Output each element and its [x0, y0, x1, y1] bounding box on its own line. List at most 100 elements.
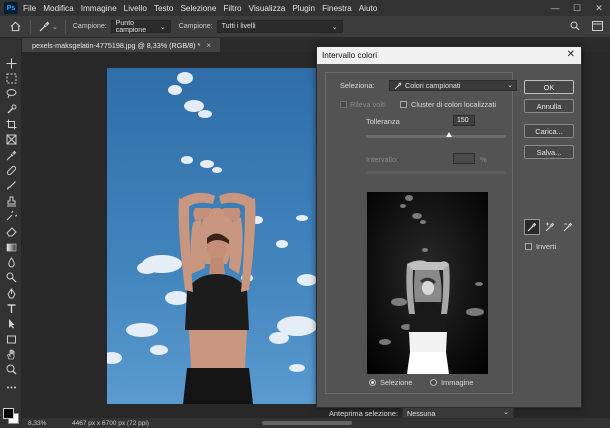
foreground-color-swatch[interactable] [3, 408, 14, 419]
localized-clusters-label: Cluster di colori localizzati [411, 100, 497, 109]
color-range-dialog: Intervallo colori ✕ Seleziona: Colori ca… [316, 46, 582, 419]
preview-mode-label: Anteprima selezione: [329, 409, 399, 418]
menu-file[interactable]: File [23, 4, 36, 13]
dialog-title: Intervallo colori [322, 51, 378, 60]
menu-plugin[interactable]: Plugin [292, 4, 315, 13]
rectangle-tool-icon[interactable] [4, 332, 18, 346]
crop-tool-icon[interactable] [4, 117, 18, 131]
hand-tool-icon[interactable] [4, 347, 18, 361]
sample-size-select[interactable]: Punto campione ⌄ [110, 20, 171, 34]
preview-mode-value: Nessuna [407, 408, 436, 418]
close-window-button[interactable]: ✕ [588, 0, 610, 16]
workspace-icon[interactable] [590, 19, 604, 33]
selection-label: Seleziona: [340, 81, 375, 90]
sample-layers-select[interactable]: Tutti i livelli ⌄ [216, 20, 343, 33]
document-tab[interactable]: pexels-maksgelatin-4775198.jpg @ 8,33% (… [22, 38, 220, 52]
chevron-down-icon: ⌄ [331, 23, 338, 31]
menu-testo[interactable]: Testo [154, 4, 174, 13]
menu-aiuto[interactable]: Aiuto [359, 4, 378, 13]
selection-radio[interactable] [369, 379, 376, 386]
minimize-button[interactable]: — [544, 0, 566, 16]
tolerance-input[interactable]: 150 [453, 115, 475, 126]
detect-faces-checkbox[interactable] [340, 101, 347, 108]
menu-filtro[interactable]: Filtro [223, 4, 241, 13]
pen-tool-icon[interactable] [4, 286, 18, 300]
eyedropper-subtract-icon[interactable] [560, 219, 576, 235]
selection-dropdown[interactable]: Colori campionati ⌄ [389, 80, 517, 91]
photoshop-logo: Ps [4, 2, 18, 14]
move-tool-icon[interactable] [4, 56, 18, 70]
dialog-close-button[interactable]: ✕ [567, 49, 575, 60]
eyedropper-icon[interactable] [4, 148, 18, 162]
invert-checkbox[interactable] [525, 243, 532, 250]
image-radio-label: Immagine [441, 378, 474, 387]
lasso-tool-icon[interactable] [4, 86, 18, 100]
invert-label: Inverti [536, 242, 557, 251]
menu-selezione[interactable]: Selezione [180, 4, 216, 13]
blur-tool-icon[interactable] [4, 255, 18, 269]
gradient-tool-icon[interactable] [4, 240, 18, 254]
chevron-down-icon[interactable]: ⌄ [52, 23, 58, 31]
marquee-tool-icon[interactable] [4, 71, 18, 85]
selection-group: Seleziona: Colori campionati ⌄ Rileva vo… [325, 72, 517, 394]
tolerance-slider-thumb[interactable] [445, 132, 452, 137]
history-brush-icon[interactable] [4, 209, 18, 223]
eyedropper-tool-icon[interactable] [38, 21, 50, 33]
eraser-tool-icon[interactable] [4, 224, 18, 238]
range-label: Intervallo: [366, 155, 399, 164]
tolerance-label: Tolleranza [366, 117, 400, 126]
eyedropper-add-icon[interactable] [542, 219, 558, 235]
more-tools-icon[interactable] [4, 380, 18, 394]
chevron-down-icon: ⌄ [503, 409, 509, 416]
zoom-level[interactable]: 8,33% [28, 420, 64, 427]
type-tool-icon[interactable] [4, 301, 18, 315]
healing-brush-icon[interactable] [4, 163, 18, 177]
menu-livello[interactable]: Livello [124, 4, 147, 13]
selection-radio-label: Selezione [380, 378, 413, 387]
home-icon[interactable] [7, 19, 23, 35]
zoom-tool-icon[interactable] [4, 362, 18, 376]
options-bar: ⌄ Campione: Punto campione ⌄ Campione: T… [0, 16, 610, 38]
localized-clusters-checkbox[interactable] [400, 101, 407, 108]
load-button[interactable]: Carica... [524, 124, 574, 138]
horizontal-scrollbar[interactable] [262, 421, 352, 425]
selection-preview[interactable] [367, 192, 488, 374]
tools-panel [0, 38, 22, 428]
eyedropper-sample-icon[interactable] [524, 219, 540, 235]
menu-finestra[interactable]: Finestra [322, 4, 352, 13]
maximize-button[interactable]: ☐ [566, 0, 588, 16]
window-controls: — ☐ ✕ [544, 0, 610, 16]
range-unit: % [480, 155, 487, 164]
status-bar: 8,33% 4467 px x 6700 px (72 ppi) [22, 418, 610, 428]
search-icon[interactable] [568, 19, 582, 33]
sample-layers-label: Campione: [178, 23, 213, 30]
document-info: 4467 px x 6700 px (72 ppi) [72, 419, 149, 427]
preview-mode-select[interactable]: Nessuna ⌄ [402, 407, 514, 419]
document-tab-title: pexels-maksgelatin-4775198.jpg @ 8,33% (… [32, 40, 201, 50]
sample-layers-value: Tutti i livelli [221, 23, 256, 30]
quick-select-tool-icon[interactable] [4, 102, 18, 116]
frame-tool-icon[interactable] [4, 132, 18, 146]
dialog-body: Seleziona: Colori campionati ⌄ Rileva vo… [317, 64, 581, 419]
menu-modifica[interactable]: Modifica [43, 4, 74, 13]
range-slider-track[interactable] [366, 171, 506, 174]
document-image [107, 68, 317, 404]
save-button[interactable]: Salva... [524, 145, 574, 159]
dodge-tool-icon[interactable] [4, 270, 18, 284]
cancel-button[interactable]: Annulla [524, 99, 574, 113]
brush-tool-icon[interactable] [4, 178, 18, 192]
image-radio[interactable] [430, 379, 437, 386]
path-select-icon[interactable] [4, 316, 18, 330]
menu-visualizza[interactable]: Visualizza [249, 4, 286, 13]
ok-button[interactable]: OK [524, 80, 574, 94]
separator [30, 19, 31, 34]
detect-faces-label: Rileva volti [350, 100, 386, 109]
menu-immagine[interactable]: Immagine [81, 4, 117, 13]
separator [64, 19, 66, 34]
tab-close-icon[interactable]: × [206, 41, 211, 50]
range-input[interactable] [453, 153, 475, 164]
chevron-down-icon: ⌄ [507, 82, 513, 89]
tolerance-slider-track[interactable] [366, 135, 506, 138]
menu-bar: Ps File Modifica Immagine Livello Testo … [0, 0, 610, 16]
clone-stamp-icon[interactable] [4, 194, 18, 208]
